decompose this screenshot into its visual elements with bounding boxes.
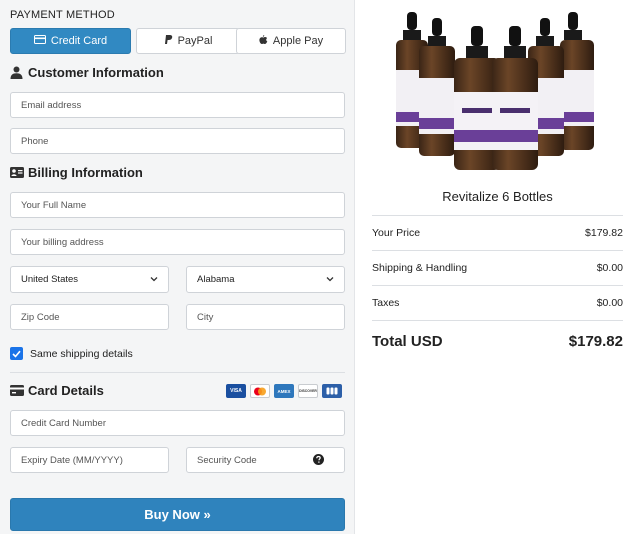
accepted-cards: VISA AMEX DISCOVER [226,384,342,398]
tab-credit-card[interactable]: Credit Card [10,28,131,54]
summary-value: $0.00 [596,262,623,274]
buy-now-button[interactable]: Buy Now » [10,498,345,531]
amex-icon: AMEX [274,384,294,398]
total-label: Total USD [372,333,443,350]
full-name-field[interactable] [10,192,345,218]
billing-info-title: Billing Information [28,165,143,180]
expiry-date-field[interactable] [10,447,169,473]
product-image [390,8,630,173]
billing-address-field[interactable] [10,229,345,255]
full-name-input[interactable] [21,199,344,211]
credit-card-icon [33,35,46,47]
jcb-icon [322,384,342,398]
card-number-input[interactable] [21,417,344,429]
same-shipping-label[interactable]: Same shipping details [30,348,133,360]
tab-apple-pay[interactable]: Apple Pay [236,28,346,54]
summary-value: $0.00 [596,297,623,309]
mastercard-icon [250,384,270,398]
discover-icon: DISCOVER [298,384,318,398]
summary-label: Taxes [372,297,400,309]
payment-method-tabs: Credit Card PayPal Apple Pay [10,28,346,54]
country-select[interactable]: United States [10,266,169,293]
visa-icon: VISA [226,384,246,398]
question-circle-icon[interactable] [313,454,324,468]
customer-info-title: Customer Information [28,65,164,80]
card-details-title: Card Details [28,383,104,398]
tab-paypal-label: PayPal [177,35,213,47]
summary-label: Your Price [372,227,421,239]
zip-code-input[interactable] [21,311,168,323]
expiry-date-input[interactable] [21,454,168,466]
security-code-field[interactable] [186,447,345,473]
checkmark-icon [12,350,21,358]
divider [372,215,623,216]
city-field[interactable] [186,304,345,330]
state-select[interactable]: Alabama [186,266,345,293]
total-value: $179.82 [568,333,623,350]
divider [372,320,623,321]
divider [372,250,623,251]
billing-address-input[interactable] [21,236,344,248]
summary-row-shipping: Shipping & Handling $0.00 [372,262,623,274]
chevron-down-icon [326,275,334,283]
address-card-icon [10,166,24,179]
state-value: Alabama [197,274,235,285]
summary-row-total: Total USD $179.82 [372,333,623,350]
card-number-field[interactable] [10,410,345,436]
country-value: United States [21,274,79,285]
city-input[interactable] [197,311,344,323]
credit-card-icon [10,384,24,397]
customer-info-heading: Customer Information [10,65,164,80]
email-input[interactable] [21,99,344,111]
email-field[interactable] [10,92,345,118]
checkout-form-panel: PAYMENT METHOD Credit Card PayPal Apple … [0,0,355,534]
payment-method-title: PAYMENT METHOD [10,9,115,21]
summary-value: $179.82 [585,227,623,239]
zip-code-field[interactable] [10,304,169,330]
card-details-heading: Card Details [10,383,104,398]
tab-paypal[interactable]: PayPal [136,28,240,54]
chevron-down-icon [150,275,158,283]
tab-credit-card-label: Credit Card [50,35,108,47]
summary-row-taxes: Taxes $0.00 [372,297,623,309]
paypal-icon [164,34,173,48]
divider [372,285,623,286]
phone-input[interactable] [21,135,344,147]
product-name: Revitalize 6 Bottles [442,189,553,204]
same-shipping-checkbox[interactable] [10,347,23,360]
billing-info-heading: Billing Information [10,165,143,180]
summary-row-price: Your Price $179.82 [372,227,623,239]
apple-icon [259,34,268,48]
phone-field[interactable] [10,128,345,154]
tab-apple-pay-label: Apple Pay [272,35,324,47]
divider [10,372,345,373]
user-icon [10,66,23,79]
summary-label: Shipping & Handling [372,262,468,274]
